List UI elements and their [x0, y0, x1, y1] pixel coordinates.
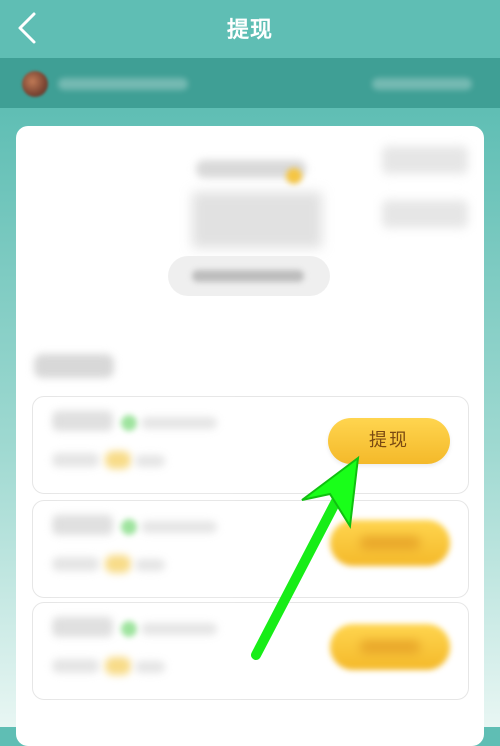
page-title: 提现 — [226, 18, 273, 43]
blurred-withdraw-button[interactable] — [330, 520, 450, 566]
blurred-exchange-pill[interactable] — [168, 256, 330, 296]
blurred-withdraw-button[interactable] — [330, 624, 450, 670]
app-header: 提现 — [0, 0, 500, 58]
blurred-pill-text — [192, 270, 304, 282]
avatar — [22, 71, 48, 97]
blurred-side-link-1[interactable] — [382, 146, 468, 174]
withdraw-button[interactable]: 提现 — [328, 418, 450, 464]
blur-mask — [51, 609, 241, 695]
blurred-section-label — [34, 354, 114, 378]
blurred-button-text — [360, 536, 420, 550]
blurred-user-action — [372, 78, 472, 90]
blurred-balance-amount — [192, 192, 322, 248]
blurred-button-text — [360, 640, 420, 654]
user-info-bar — [0, 58, 500, 108]
blur-mask — [51, 403, 241, 489]
blurred-side-link-2[interactable] — [382, 200, 468, 228]
blur-mask — [51, 507, 241, 593]
coin-icon — [286, 168, 302, 184]
blurred-username — [58, 78, 188, 90]
